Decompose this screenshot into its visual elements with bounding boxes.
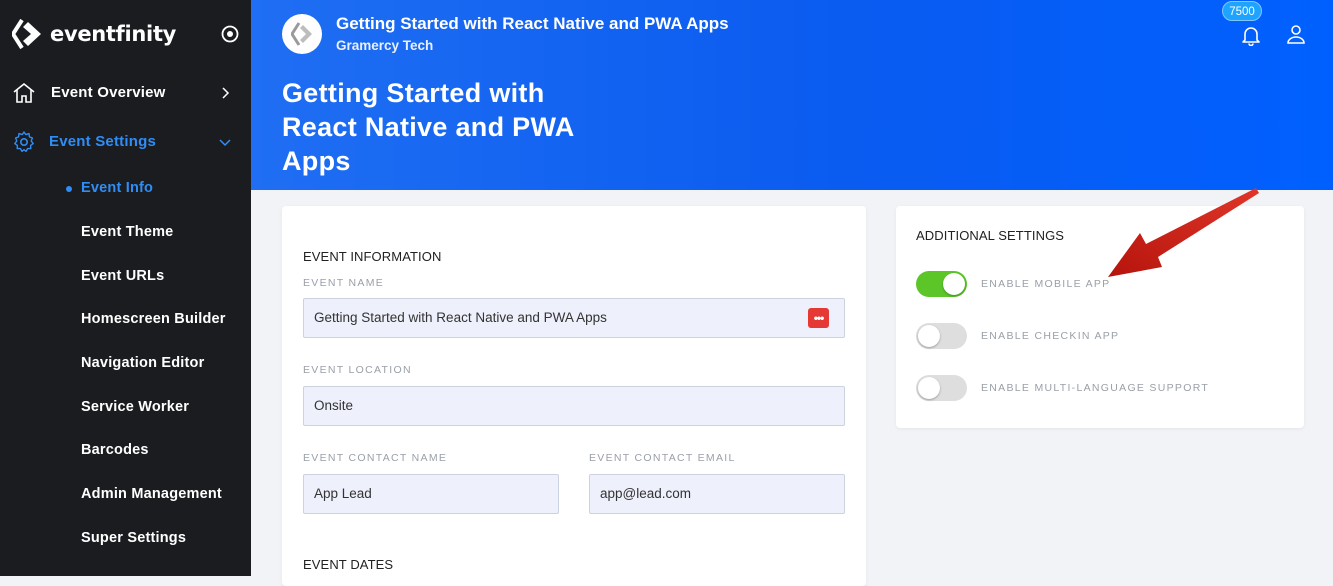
- eventfinity-logo-icon: [12, 18, 41, 50]
- sidebar-item-homescreen-builder[interactable]: Homescreen Builder: [81, 311, 226, 327]
- sidebar-item-event-overview[interactable]: Event Overview: [0, 76, 251, 110]
- event-location-label: EVENT LOCATION: [303, 364, 412, 376]
- app-organization: Gramercy Tech: [336, 38, 434, 53]
- event-contact-name-label: EVENT CONTACT NAME: [303, 452, 448, 464]
- brand-logo[interactable]: eventfinity: [12, 17, 176, 51]
- event-contact-name-field[interactable]: App Lead: [303, 474, 559, 514]
- sidebar-item-admin-management[interactable]: Admin Management: [81, 486, 222, 502]
- enable-mobile-app-label: ENABLE MOBILE APP: [981, 278, 1111, 290]
- event-location-value: Onsite: [314, 398, 354, 413]
- toggle-knob: [918, 325, 940, 347]
- enable-checkin-app-label: ENABLE CHECKIN APP: [981, 330, 1120, 342]
- sidebar-item-super-settings[interactable]: Super Settings: [81, 530, 186, 546]
- toggle-knob: [918, 377, 940, 399]
- sidebar-item-event-settings[interactable]: Event Settings: [0, 125, 251, 159]
- sidebar-item-event-theme[interactable]: Event Theme: [81, 224, 173, 240]
- event-name-field[interactable]: Getting Started with React Native and PW…: [303, 298, 845, 338]
- event-contact-email-label: EVENT CONTACT EMAIL: [589, 452, 736, 464]
- sidebar-item-label: Event Settings: [49, 133, 156, 150]
- app-title: Getting Started with React Native and PW…: [336, 14, 729, 33]
- toggle-knob: [943, 273, 965, 295]
- event-contact-name-value: App Lead: [314, 486, 372, 501]
- app-logo-icon: [291, 22, 312, 46]
- enable-multi-language-label: ENABLE MULTI-LANGUAGE SUPPORT: [981, 382, 1210, 394]
- event-information-card: EVENT INFORMATION EVENT NAME Getting Sta…: [282, 206, 866, 586]
- sidebar-item-barcodes[interactable]: Barcodes: [81, 442, 149, 458]
- event-dates-title: EVENT DATES: [303, 557, 394, 572]
- notification-badge: 7500: [1222, 1, 1262, 21]
- sidebar-item-event-info[interactable]: Event Info: [81, 180, 153, 196]
- page-header: Getting Started with React Native and PW…: [251, 0, 1333, 190]
- enable-checkin-app-toggle[interactable]: [916, 323, 967, 349]
- sidebar-item-event-urls[interactable]: Event URLs: [81, 268, 164, 284]
- bell-icon[interactable]: [1240, 24, 1262, 46]
- event-contact-email-field[interactable]: app@lead.com: [589, 474, 845, 514]
- chevron-down-icon: [219, 139, 231, 147]
- gear-icon: [14, 131, 34, 153]
- sidebar-item-service-worker[interactable]: Service Worker: [81, 399, 189, 415]
- target-icon[interactable]: [220, 24, 240, 44]
- enable-multi-language-toggle[interactable]: [916, 375, 967, 401]
- event-contact-email-value: app@lead.com: [600, 486, 692, 501]
- section-title: EVENT INFORMATION: [303, 249, 442, 264]
- brand-name: eventfinity: [50, 22, 177, 46]
- sidebar-item-label: Event Overview: [51, 84, 166, 101]
- chevron-right-icon: [222, 87, 230, 99]
- enable-mobile-app-toggle[interactable]: [916, 271, 967, 297]
- sidebar: eventfinity Event Overview Event Setting…: [0, 0, 251, 576]
- user-icon[interactable]: [1285, 23, 1307, 45]
- event-name-label: EVENT NAME: [303, 277, 385, 289]
- event-name-value: Getting Started with React Native and PW…: [314, 310, 607, 325]
- event-location-field[interactable]: Onsite: [303, 386, 845, 426]
- annotation-arrow: [1108, 188, 1259, 277]
- page-title: Getting Started with React Native and PW…: [282, 78, 574, 176]
- active-bullet: [66, 186, 72, 192]
- additional-settings-title: ADDITIONAL SETTINGS: [916, 228, 1065, 243]
- app-logo: [282, 14, 322, 54]
- home-icon: [13, 82, 35, 103]
- sidebar-item-navigation-editor[interactable]: Navigation Editor: [81, 355, 204, 371]
- more-options-icon[interactable]: •••: [808, 308, 829, 328]
